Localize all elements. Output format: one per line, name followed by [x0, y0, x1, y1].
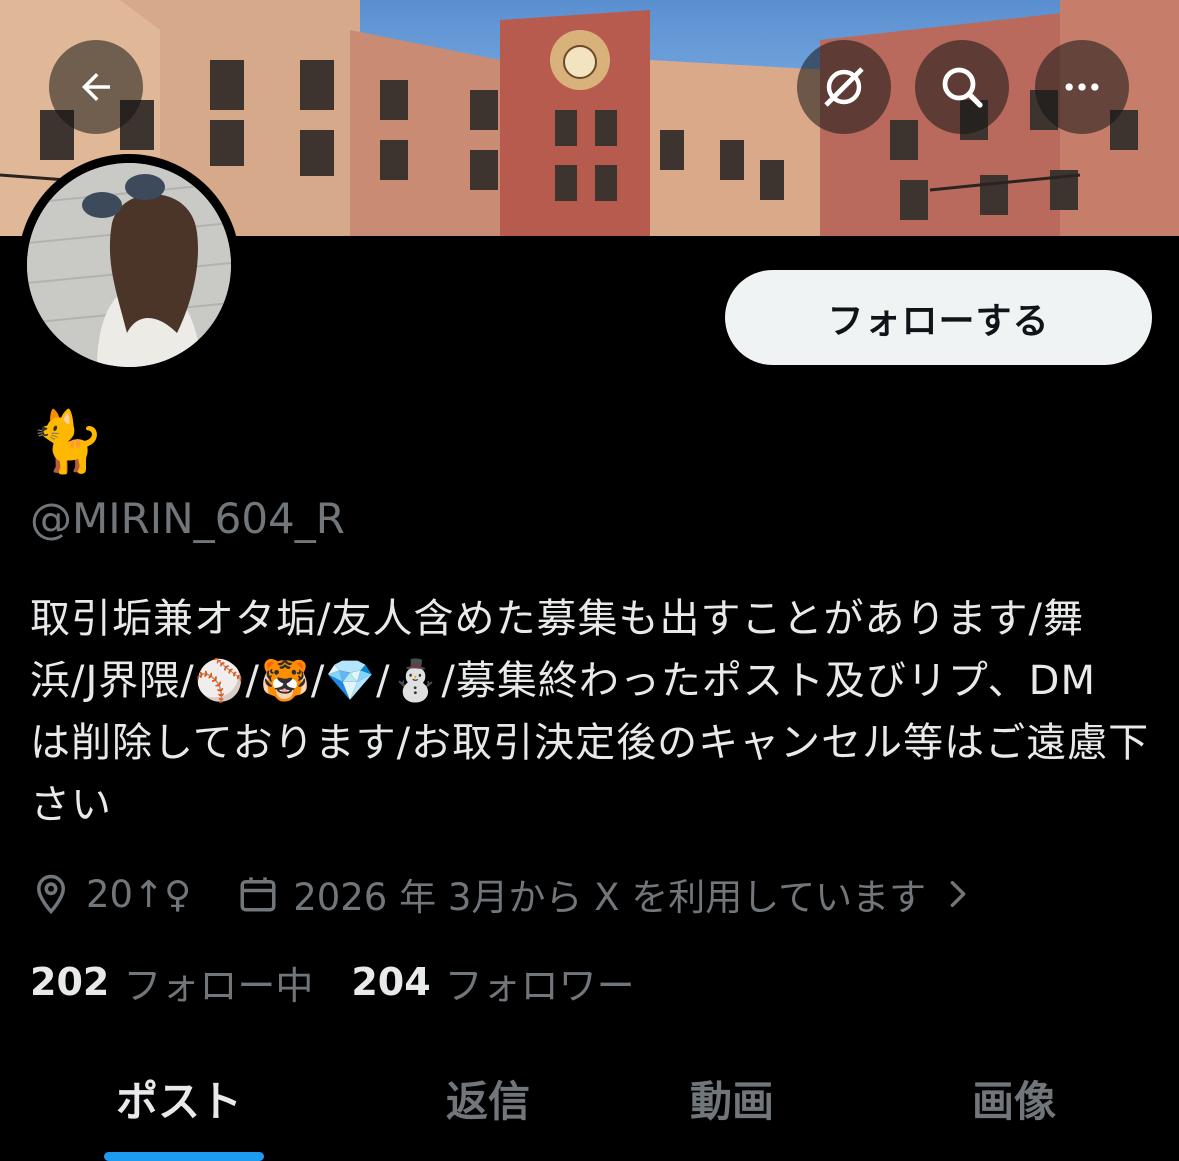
chevron-right-icon — [950, 880, 966, 908]
follow-button[interactable]: フォローする — [725, 270, 1152, 365]
profile-meta: 20↑♀ 2026 年 3月から X を利用しています — [30, 864, 986, 924]
search-icon — [942, 67, 983, 108]
join-date[interactable]: 2026 年 3月から X を利用しています — [237, 867, 986, 921]
followers-label: フォロワー — [444, 963, 635, 1008]
grok-button[interactable] — [797, 40, 891, 134]
display-name: 🐈 — [30, 407, 105, 477]
tab-images[interactable]: 画像 — [972, 1068, 1056, 1129]
avatar-image — [27, 163, 231, 367]
back-button[interactable] — [49, 40, 143, 134]
following-label: フォロー中 — [123, 963, 314, 1008]
active-tab-indicator — [104, 1152, 264, 1161]
avatar[interactable] — [18, 154, 240, 376]
location: 20↑♀ — [30, 873, 191, 916]
profile-bio: 取引垢兼オタ垢/友人含めた募集も出すことがあります/舞浜/J界隈/⚾️/🐯/💎/… — [30, 596, 1150, 828]
tab-replies[interactable]: 返信 — [446, 1068, 530, 1129]
more-horizontal-icon — [1065, 83, 1099, 91]
profile-tabs: ポスト 返信 動画 画像 — [0, 1050, 1179, 1161]
search-button[interactable] — [915, 40, 1009, 134]
followers-link[interactable]: 204 フォロワー — [351, 955, 634, 1010]
calendar-icon — [240, 877, 276, 912]
followers-count: 204 — [351, 960, 431, 1004]
join-date-text: 2026 年 3月から X を利用しています — [293, 876, 927, 919]
following-link[interactable]: 202 フォロー中 — [30, 955, 313, 1010]
following-count: 202 — [30, 960, 110, 1004]
tab-posts[interactable]: ポスト — [116, 1068, 242, 1129]
location-text: 20↑♀ — [86, 872, 192, 916]
follow-counts: 202 フォロー中 204 フォロワー — [30, 954, 635, 1010]
profile-handle: @MIRIN_604_R — [30, 494, 345, 543]
location-icon — [36, 874, 66, 915]
arrow-left-icon — [82, 73, 110, 101]
grok-icon — [824, 67, 864, 107]
tab-videos[interactable]: 動画 — [690, 1068, 774, 1129]
more-button[interactable] — [1035, 40, 1129, 134]
